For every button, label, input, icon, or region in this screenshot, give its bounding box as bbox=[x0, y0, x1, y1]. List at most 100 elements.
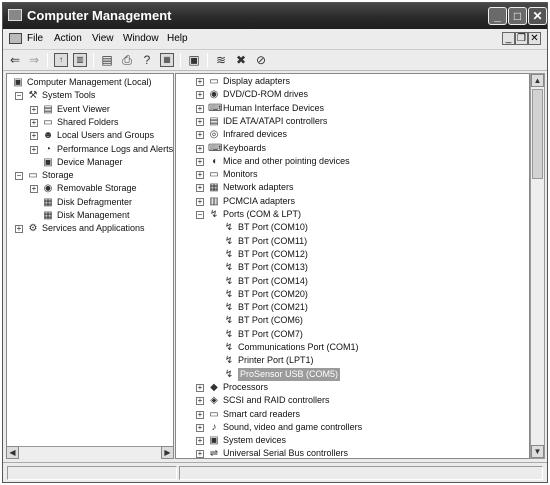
console-tree-pane[interactable]: ▣ Computer Management (Local) − ⚒ System Too… bbox=[6, 73, 174, 459]
expand-icon[interactable]: + bbox=[196, 131, 204, 140]
collapse-icon[interactable]: − bbox=[15, 92, 23, 101]
expand-icon[interactable]: + bbox=[30, 105, 38, 114]
scrollbar-thumb[interactable] bbox=[532, 89, 543, 179]
right-tree-item[interactable]: − ↯ Ports (COM & LPT) bbox=[176, 208, 529, 221]
left-tree-item[interactable]: + ▤ Event Viewer bbox=[7, 103, 173, 116]
expand-icon[interactable]: + bbox=[196, 410, 204, 419]
left-tree-item[interactable]: + ◔ Performance Logs and Alerts bbox=[7, 143, 173, 156]
menu-window[interactable]: Window bbox=[123, 33, 159, 44]
expand-icon[interactable]: + bbox=[196, 78, 204, 86]
up-level-icon[interactable]: ↑ bbox=[54, 53, 68, 67]
right-tree-item[interactable]: ↯ BT Port (COM12) bbox=[176, 248, 529, 261]
right-tree-item[interactable]: ↯ BT Port (COM6) bbox=[176, 314, 529, 327]
expand-icon[interactable]: + bbox=[196, 423, 204, 432]
print-icon[interactable]: ⎙ bbox=[120, 53, 134, 67]
expand-icon[interactable]: + bbox=[30, 185, 38, 194]
menu-view[interactable]: View bbox=[92, 33, 114, 44]
scan-hardware-icon[interactable]: ▣ bbox=[187, 53, 201, 67]
right-tree-item[interactable]: ↯ ProSensor USB (COM5) bbox=[176, 367, 529, 381]
menu-file[interactable]: File bbox=[27, 33, 43, 44]
expand-icon[interactable]: + bbox=[15, 225, 23, 234]
uninstall-icon[interactable]: ✖ bbox=[234, 53, 248, 67]
show-hide-tree-icon[interactable]: ▥ bbox=[73, 53, 87, 67]
expand-icon[interactable]: + bbox=[196, 117, 204, 126]
expand-icon[interactable]: + bbox=[196, 197, 204, 206]
right-tree-item[interactable]: ↯ BT Port (COM13) bbox=[176, 261, 529, 274]
left-tree-item[interactable]: − ⚒ System Tools bbox=[7, 89, 173, 102]
right-tree-item[interactable]: + ▭ Smart card readers bbox=[176, 408, 529, 421]
right-vertical-scrollbar[interactable]: ▲ ▼ bbox=[530, 73, 545, 459]
right-tree-item[interactable]: + ◆ Processors bbox=[176, 381, 529, 394]
right-tree-item[interactable]: ↯ Communications Port (COM1) bbox=[176, 341, 529, 354]
expand-icon[interactable]: + bbox=[196, 397, 204, 406]
expand-icon[interactable]: + bbox=[196, 437, 204, 446]
collapse-icon[interactable]: − bbox=[196, 211, 204, 219]
console-icon[interactable] bbox=[9, 33, 22, 44]
left-tree-item[interactable]: ▦ Disk Management bbox=[7, 209, 173, 222]
left-tree-item[interactable]: ▣ Computer Management (Local) bbox=[7, 76, 173, 89]
scroll-down-icon[interactable]: ▼ bbox=[531, 445, 544, 458]
left-tree-item[interactable]: − ▭ Storage bbox=[7, 169, 173, 182]
left-tree-item[interactable]: + ◉ Removable Storage bbox=[7, 182, 173, 195]
minimize-button[interactable]: _ bbox=[488, 7, 507, 25]
left-tree-item[interactable]: ▣ Device Manager bbox=[7, 156, 173, 169]
right-tree-item[interactable]: + ♪ Sound, video and game controllers bbox=[176, 421, 529, 434]
right-tree-item[interactable]: + ◖ Mice and other pointing devices bbox=[176, 155, 529, 168]
disable-icon[interactable]: ⊘ bbox=[254, 53, 268, 67]
collapse-icon[interactable]: − bbox=[15, 172, 23, 181]
right-tree-item[interactable]: + ▭ Display adapters bbox=[176, 75, 529, 88]
right-tree-item[interactable]: + ▦ Network adapters bbox=[176, 181, 529, 194]
expand-icon[interactable]: + bbox=[196, 104, 204, 113]
right-tree-item[interactable]: + ▤ IDE ATA/ATAPI controllers bbox=[176, 115, 529, 128]
left-horizontal-scrollbar[interactable]: ◀ ▶ bbox=[6, 446, 174, 459]
right-tree-item[interactable]: + ◎ Infrared devices bbox=[176, 128, 529, 141]
title-bar[interactable]: Computer Management _ □ ✕ bbox=[3, 3, 547, 29]
export-list-icon[interactable]: ▦ bbox=[160, 53, 174, 67]
right-tree-item[interactable]: + ▭ Monitors bbox=[176, 168, 529, 181]
right-tree-item[interactable]: ↯ BT Port (COM14) bbox=[176, 275, 529, 288]
right-tree-item[interactable]: ↯ BT Port (COM10) bbox=[176, 221, 529, 234]
right-tree-item[interactable]: + ◉ DVD/CD-ROM drives bbox=[176, 88, 529, 101]
expand-icon[interactable]: + bbox=[196, 157, 204, 166]
right-tree-item[interactable]: + ⌨ Human Interface Devices bbox=[176, 102, 529, 115]
right-tree-item[interactable]: ↯ BT Port (COM21) bbox=[176, 301, 529, 314]
expand-icon[interactable]: + bbox=[196, 184, 204, 193]
scroll-up-icon[interactable]: ▲ bbox=[531, 74, 544, 87]
left-tree-item[interactable]: + ⚙ Services and Applications bbox=[7, 222, 173, 235]
menu-action[interactable]: Action bbox=[54, 33, 82, 44]
right-tree-item[interactable]: + ▣ System devices bbox=[176, 434, 529, 447]
mdi-restore-button[interactable]: ❐ bbox=[515, 32, 528, 45]
right-tree-item[interactable]: + ▥ PCMCIA adapters bbox=[176, 195, 529, 208]
scroll-left-icon[interactable]: ◀ bbox=[6, 446, 19, 459]
forward-arrow-icon[interactable]: ⇒ bbox=[27, 53, 41, 67]
device-tree-pane[interactable]: + ▭ Display adapters + ◉ DVD/CD-ROM drives + ⌨ H… bbox=[175, 73, 530, 459]
expand-icon[interactable]: + bbox=[30, 118, 38, 127]
right-tree-item[interactable]: ↯ BT Port (COM7) bbox=[176, 328, 529, 341]
left-tree-item[interactable]: ▦ Disk Defragmenter bbox=[7, 196, 173, 209]
expand-icon[interactable]: + bbox=[30, 145, 38, 154]
right-tree-item[interactable]: ↯ Printer Port (LPT1) bbox=[176, 354, 529, 367]
maximize-button[interactable]: □ bbox=[508, 7, 527, 25]
update-driver-icon[interactable]: ≋ bbox=[214, 53, 228, 67]
expand-icon[interactable]: + bbox=[196, 144, 204, 153]
right-tree-item[interactable]: ↯ BT Port (COM11) bbox=[176, 235, 529, 248]
right-tree-item[interactable]: + ⇌ Universal Serial Bus controllers bbox=[176, 447, 529, 458]
mdi-close-button[interactable]: ✕ bbox=[528, 32, 541, 45]
left-tree-item[interactable]: + ▭ Shared Folders bbox=[7, 116, 173, 129]
expand-icon[interactable]: + bbox=[196, 450, 204, 458]
help-icon[interactable]: ? bbox=[140, 53, 154, 67]
scroll-right-icon[interactable]: ▶ bbox=[161, 446, 174, 459]
properties-icon[interactable]: ▤ bbox=[100, 53, 114, 67]
expand-icon[interactable]: + bbox=[196, 171, 204, 180]
right-tree-item[interactable]: + ⌨ Keyboards bbox=[176, 142, 529, 155]
right-tree-item[interactable]: + ◈ SCSI and RAID controllers bbox=[176, 394, 529, 407]
expand-icon[interactable]: + bbox=[30, 132, 38, 141]
expand-icon[interactable]: + bbox=[196, 383, 204, 392]
left-tree-item[interactable]: + ☻ Local Users and Groups bbox=[7, 129, 173, 142]
close-button[interactable]: ✕ bbox=[528, 7, 547, 25]
mdi-minimize-button[interactable]: _ bbox=[502, 32, 515, 45]
menu-help[interactable]: Help bbox=[167, 33, 188, 44]
back-arrow-icon[interactable]: ⇐ bbox=[8, 53, 22, 67]
right-tree-item[interactable]: ↯ BT Port (COM20) bbox=[176, 288, 529, 301]
expand-icon[interactable]: + bbox=[196, 91, 204, 100]
